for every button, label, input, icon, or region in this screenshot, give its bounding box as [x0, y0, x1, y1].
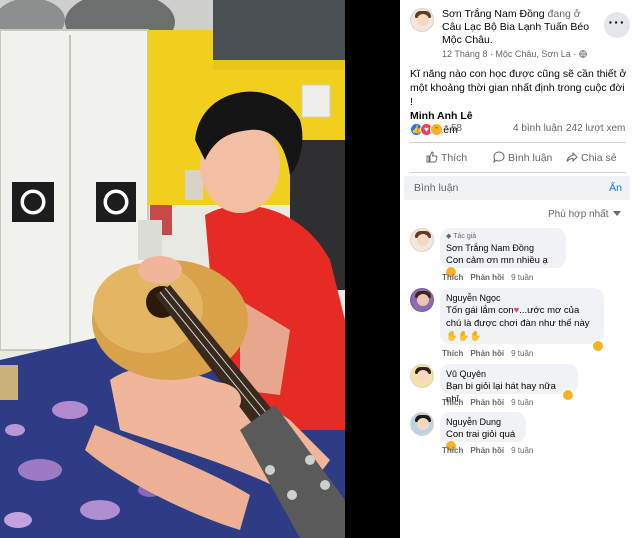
comment-item: Nguyễn Dung Con trai giỏi quá Thích Phản … — [410, 412, 624, 458]
commenter-avatar[interactable] — [410, 288, 434, 312]
share-icon — [566, 151, 578, 163]
post-panel: Sơn Trắng Nam Đồng đang ở Câu Lạc Bộ Bia… — [400, 0, 634, 538]
post-video[interactable] — [0, 0, 345, 538]
comment-time[interactable]: 9 tuần — [511, 446, 533, 455]
comment-reaction-icon[interactable] — [592, 340, 604, 352]
commenter-avatar[interactable] — [410, 228, 434, 252]
comment-reply-button[interactable]: Phản hồi — [470, 349, 504, 358]
comment-item: ◆ Tác giả Sơn Trắng Nam Đồng Con cảm ơn … — [410, 228, 624, 284]
commenter-name[interactable]: Nguyễn Dung — [446, 416, 518, 428]
status-prefix: đang ở — [547, 8, 581, 20]
comment-item: Nguyễn Ngọc Tốn gái lắm con♥...ước mơ củ… — [410, 288, 624, 360]
comment-time[interactable]: 9 tuần — [511, 273, 533, 282]
comment-item: Vũ Quyên Bạn bi giỏi lại hát hay nữa nhỉ… — [410, 364, 624, 408]
share-label: Chia sẻ — [581, 152, 617, 164]
comment-reply-button[interactable]: Phản hồi — [470, 446, 504, 455]
comment-text: Tốn gái lắm con♥...ước mơ của chú là đượ… — [446, 304, 596, 343]
hide-comments-link[interactable]: Ẩn — [609, 182, 622, 194]
reaction-count[interactable]: 58 — [451, 123, 462, 134]
comment-button[interactable]: Bình luận — [493, 151, 552, 165]
clap-emoji-icon: ✋✋✋ — [446, 331, 482, 342]
sort-label: Phù hợp nhất — [548, 209, 609, 220]
commenter-name[interactable]: Sơn Trắng Nam Đồng — [446, 242, 558, 254]
globe-icon — [579, 50, 587, 58]
comment-actions: Thích Phản hồi 9 tuần — [442, 446, 533, 455]
reaction-summary: 👍 ♥ ᵔ 58 4 bình luận 242 lượt xem — [410, 123, 626, 137]
comment-time[interactable]: 9 tuần — [511, 398, 533, 407]
video-letterbox — [345, 0, 400, 538]
comment-text-body: Con trai giỏi quá — [446, 429, 516, 440]
comment-label: Bình luận — [508, 152, 553, 164]
comment-like-button[interactable]: Thích — [442, 398, 463, 407]
comment-input[interactable]: Bình luận Ẩn — [404, 176, 630, 200]
comment-bubble: Nguyễn Ngọc Tốn gái lắm con♥...ước mơ củ… — [440, 288, 604, 344]
comment-placeholder: Bình luận — [414, 182, 459, 194]
comment-reaction-icon[interactable] — [562, 389, 574, 401]
view-count: 242 lượt xem — [566, 123, 626, 134]
comment-time[interactable]: 9 tuần — [511, 349, 533, 358]
video-frame — [0, 0, 345, 538]
comment-reply-button[interactable]: Phản hồi — [470, 398, 504, 407]
share-button[interactable]: Chia sẻ — [566, 151, 617, 165]
comment-actions: Thích Phản hồi 9 tuần — [442, 273, 533, 282]
commenter-name[interactable]: Vũ Quyên — [446, 368, 570, 380]
comment-reply-button[interactable]: Phản hồi — [470, 273, 504, 282]
thumbs-up-icon — [426, 151, 438, 163]
author-badge-icon: ◆ — [446, 233, 452, 240]
commenter-name[interactable]: Nguyễn Ngọc — [446, 292, 596, 304]
comment-sort-dropdown[interactable]: Phù hợp nhất — [548, 209, 621, 220]
author-avatar[interactable] — [410, 8, 434, 32]
post-date-location[interactable]: 12 Tháng 8 · Mộc Châu, Sơn La · — [442, 49, 576, 59]
haha-reaction-icon[interactable]: ᵔ — [430, 123, 443, 136]
comment-like-button[interactable]: Thích — [442, 349, 463, 358]
comment-like-button[interactable]: Thích — [442, 273, 463, 282]
post-actions: Thích Bình luận Chia sẻ — [410, 142, 626, 173]
author-badge: ◆ Tác giả — [446, 232, 558, 242]
like-label: Thích — [441, 152, 468, 164]
author-line: Sơn Trắng Nam Đồng đang ở Câu Lạc Bộ Bia… — [442, 8, 600, 47]
comment-like-button[interactable]: Thích — [442, 446, 463, 455]
post-meta: 12 Tháng 8 · Mộc Châu, Sơn La · — [442, 49, 587, 59]
like-button[interactable]: Thích — [426, 151, 467, 165]
author-name[interactable]: Sơn Trắng Nam Đồng — [442, 8, 545, 20]
author-badge-label: Tác giả — [453, 233, 477, 240]
commenter-avatar[interactable] — [410, 364, 434, 388]
comment-text-body: Con cảm ơn mn nhiều ạ — [446, 255, 548, 266]
checkin-place[interactable]: Câu Lạc Bộ Bia Lạnh Tuấn Béo Mộc Châu. — [442, 21, 589, 46]
comment-text-part-1: Tốn gái lắm con — [446, 305, 514, 316]
commenter-avatar[interactable] — [410, 412, 434, 436]
caret-down-icon — [612, 211, 621, 216]
comment-bubble: Nguyễn Dung Con trai giỏi quá — [440, 412, 526, 451]
comment-actions: Thích Phản hồi 9 tuần — [442, 349, 533, 358]
more-options-button[interactable]: ··· — [604, 12, 630, 38]
tagged-user[interactable]: Minh Anh Lê — [410, 109, 628, 123]
comment-actions: Thích Phản hồi 9 tuần — [442, 398, 533, 407]
comment-bubble: Vũ Quyên Bạn bi giỏi lại hát hay nữa nhỉ — [440, 364, 578, 405]
comment-icon — [493, 151, 505, 163]
post-body: Kĩ năng nào con học được cũng sẽ cần thi… — [410, 68, 627, 108]
comment-count[interactable]: 4 bình luận — [513, 123, 563, 134]
comment-bubble: ◆ Tác giả Sơn Trắng Nam Đồng Con cảm ơn … — [440, 228, 566, 277]
